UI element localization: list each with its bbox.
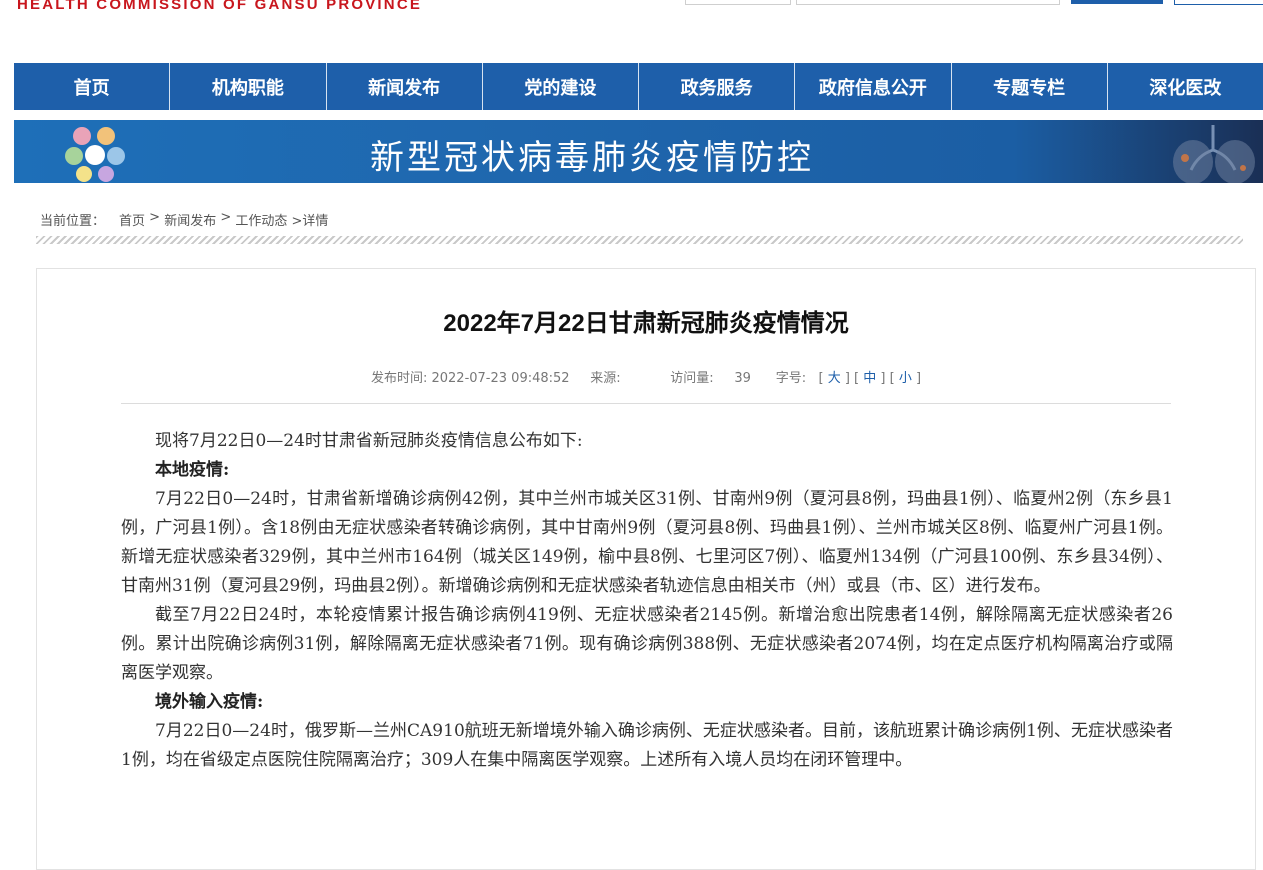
nav-home[interactable]: 首页 [14, 63, 171, 110]
covid-banner[interactable]: 新型冠状病毒肺炎疫情防控 [14, 120, 1263, 183]
breadcrumb-current: >详情 [287, 214, 329, 229]
source-label: 来源: [590, 371, 621, 386]
publish-time: 2022-07-23 09:48:52 [431, 371, 570, 386]
import-heading: 境外输入疫情: [155, 692, 264, 712]
meta-divider [121, 403, 1171, 404]
breadcrumb-home-link[interactable]: 首页 [119, 210, 145, 229]
local-paragraph-1: 7月22日0—24时，甘肃省新增确诊病例42例，其中兰州市城关区31例、甘南州9… [121, 489, 1173, 596]
breadcrumb-news-link[interactable]: 新闻发布 [164, 210, 216, 229]
hatch-divider [36, 236, 1243, 244]
fontsize-label: 字号: [775, 371, 807, 386]
search-input[interactable] [796, 0, 1060, 5]
header-dropdown[interactable] [685, 0, 791, 5]
banner-title: 新型冠状病毒肺炎疫情防控 [370, 138, 814, 178]
local-heading: 本地疫情: [155, 460, 230, 480]
publish-label: 发布时间: [370, 371, 428, 386]
local-paragraph-2: 截至7月22日24时，本轮疫情累计报告确诊病例419例、无症状感染者2145例。… [121, 605, 1173, 683]
breadcrumb-prefix: 当前位置： [40, 214, 106, 229]
font-size-medium-button[interactable]: 中 [863, 371, 876, 386]
site-name-en: HEALTH COMMISSION OF GANSU PROVINCE [17, 0, 423, 13]
breadcrumb: 当前位置： 首页 > 新闻发布 > 工作动态 >详情 [40, 210, 328, 229]
nav-services[interactable]: 政务服务 [639, 63, 796, 110]
article-meta: 发布时间: 2022-07-23 09:48:52 来源: 访问量: 39 字号… [370, 371, 922, 386]
nav-gov-info[interactable]: 政府信息公开 [795, 63, 952, 110]
flower-logo-icon [65, 127, 125, 182]
breadcrumb-separator: > [216, 210, 236, 225]
main-nav: 首页 机构职能 新闻发布 党的建设 政务服务 政府信息公开 专题专栏 深化医改 [14, 63, 1263, 110]
font-size-large-button[interactable]: 大 [828, 371, 841, 386]
nav-organization[interactable]: 机构职能 [170, 63, 327, 110]
article-panel: 2022年7月22日甘肃新冠肺炎疫情情况 发布时间: 2022-07-23 09… [36, 268, 1256, 870]
lungs-icon [1173, 125, 1255, 183]
import-paragraph-1: 7月22日0—24时，俄罗斯—兰州CA910航班无新增境外输入确诊病例、无症状感… [121, 721, 1173, 770]
breadcrumb-work-link[interactable]: 工作动态 [235, 210, 287, 229]
views-label: 访问量: [670, 371, 714, 386]
breadcrumb-separator: > [145, 210, 165, 225]
nav-reform[interactable]: 深化医改 [1108, 63, 1263, 110]
font-size-small-button[interactable]: 小 [899, 371, 912, 386]
nav-party[interactable]: 党的建设 [483, 63, 639, 110]
nav-topics[interactable]: 专题专栏 [952, 63, 1108, 110]
advanced-search-button[interactable] [1174, 0, 1263, 5]
search-button[interactable] [1071, 0, 1163, 4]
intro-paragraph: 现将7月22日0—24时甘肃省新冠肺炎疫情信息公布如下: [155, 431, 583, 451]
article-content: 现将7月22日0—24时甘肃省新冠肺炎疫情信息公布如下: 本地疫情: 7月22日… [121, 427, 1173, 775]
article-title: 2022年7月22日甘肃新冠肺炎疫情情况 [443, 310, 849, 337]
site-header: HEALTH COMMISSION OF GANSU PROVINCE [0, 0, 1263, 60]
nav-news[interactable]: 新闻发布 [327, 63, 483, 110]
views-count: 39 [734, 371, 751, 386]
